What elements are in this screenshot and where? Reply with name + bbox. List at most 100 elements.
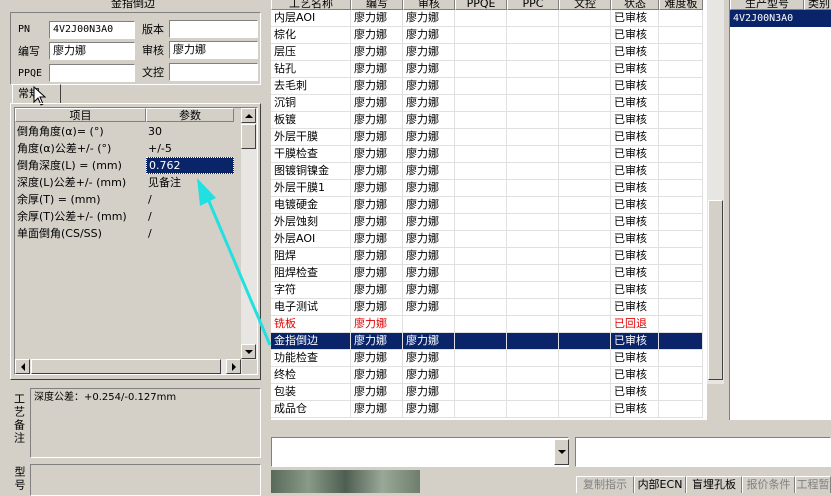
process-row[interactable]: 图镀铜镍金 廖力娜 廖力娜 已审核 xyxy=(271,163,703,180)
process-row[interactable]: 阻焊检查 廖力娜 廖力娜 已审核 xyxy=(271,265,703,282)
bottom-blank xyxy=(420,470,570,493)
process-header-name[interactable]: 工艺名称 xyxy=(271,0,351,10)
process-table[interactable]: 工艺名称 编写 审核 PPQE PPC 文控 状态 难度板 内层AOI 廖力娜 廖力娜 已审核 棕化廖… xyxy=(271,0,707,420)
process-row[interactable]: 成品仓 廖力娜 廖力娜 已审核 xyxy=(271,401,703,418)
process-row[interactable]: 功能检查 廖力娜 廖力娜 已审核 xyxy=(271,350,703,367)
hscroll-thumb[interactable] xyxy=(31,359,221,374)
process-row[interactable]: 终检 廖力娜 廖力娜 已审核 xyxy=(271,367,703,384)
param-value[interactable]: 见备注 xyxy=(146,174,234,191)
process-row[interactable]: 铣板 廖力娜 已回退 xyxy=(271,316,703,333)
bottom-tab[interactable]: 工程暂 xyxy=(795,476,831,493)
process-cell-ppc xyxy=(507,333,559,349)
process-row[interactable]: 干膜检查 廖力娜 廖力娜 已审核 xyxy=(271,146,703,163)
scroll-thumb[interactable] xyxy=(241,124,256,149)
process-cell-author: 廖力娜 xyxy=(351,265,403,281)
process-row[interactable]: 钻孔 廖力娜 廖力娜 已审核 xyxy=(271,61,703,78)
process-row[interactable]: 内层AOI 廖力娜 廖力娜 已审核 xyxy=(271,10,703,27)
param-item: 深度(L)公差+/- (mm) xyxy=(17,176,127,189)
process-header-doc[interactable]: 文控 xyxy=(559,0,611,10)
author-label: 编写 xyxy=(18,45,40,58)
process-cell-reviewer: 廖力娜 xyxy=(403,384,455,400)
model-table[interactable]: 生产型号 类别 4V2J00N3A0 xyxy=(729,0,831,434)
bottom-tab[interactable]: 内部ECN xyxy=(634,476,686,493)
model-note-box[interactable] xyxy=(30,464,261,496)
process-row[interactable]: 外层干膜1 廖力娜 廖力娜 已审核 xyxy=(271,180,703,197)
bottom-tab[interactable]: 盲埋孔板 xyxy=(686,476,742,493)
param-row[interactable]: 角度(α)公差+/- (°) +/-5 xyxy=(15,140,235,157)
doc-control-field[interactable] xyxy=(169,63,258,81)
param-value[interactable]: / xyxy=(146,225,234,242)
param-value[interactable]: 30 xyxy=(146,123,234,140)
param-value[interactable]: +/-5 xyxy=(146,140,234,157)
scroll-down-button[interactable] xyxy=(241,344,256,359)
process-cell-difficulty xyxy=(659,384,703,400)
process-cell-doc xyxy=(559,384,611,400)
process-scroll-thumb[interactable] xyxy=(708,200,723,380)
process-cell-doc xyxy=(559,44,611,60)
process-row[interactable]: 包装 廖力娜 廖力娜 已审核 xyxy=(271,384,703,401)
scroll-up-button[interactable] xyxy=(241,108,256,123)
pn-field[interactable]: 4V2J00N3A0 xyxy=(49,21,135,39)
param-vscrollbar[interactable] xyxy=(241,108,257,360)
process-cell-doc xyxy=(559,95,611,111)
param-row[interactable]: 余厚(T) = (mm) / xyxy=(15,191,235,208)
process-cell-status: 已审核 xyxy=(611,197,659,213)
combo-right[interactable] xyxy=(575,437,831,467)
process-header-author[interactable]: 编写 xyxy=(351,0,403,10)
param-value[interactable]: / xyxy=(146,191,234,208)
param-header-item[interactable]: 项目 xyxy=(15,108,146,122)
param-header-value[interactable]: 参数 xyxy=(146,108,234,122)
process-cell-ppc xyxy=(507,367,559,383)
param-row[interactable]: 倒角角度(α)= (°) 30 xyxy=(15,123,235,140)
process-header-ppqe[interactable]: PPQE xyxy=(455,0,507,10)
version-field[interactable] xyxy=(169,20,258,38)
param-value[interactable]: 0.762 xyxy=(146,157,234,174)
process-cell-status: 已审核 xyxy=(611,61,659,77)
process-vscrollbar[interactable] xyxy=(707,0,724,384)
scroll-right-button[interactable] xyxy=(226,359,241,374)
process-row[interactable]: 电镀硬金 廖力娜 廖力娜 已审核 xyxy=(271,197,703,214)
combo-left-dropdown-button[interactable] xyxy=(554,439,569,465)
process-cell-author: 廖力娜 xyxy=(351,367,403,383)
process-row[interactable]: 字符 廖力娜 廖力娜 已审核 xyxy=(271,282,703,299)
process-row[interactable]: 电子测试 廖力娜 廖力娜 已审核 xyxy=(271,299,703,316)
bottom-tab[interactable]: 复制指示 xyxy=(576,476,634,493)
process-row[interactable]: 沉铜 廖力娜 廖力娜 已审核 xyxy=(271,95,703,112)
ppqe-field[interactable] xyxy=(49,64,135,82)
process-cell-doc xyxy=(559,299,611,315)
process-row[interactable]: 外层蚀刻 廖力娜 廖力娜 已审核 xyxy=(271,214,703,231)
param-grid[interactable]: 项目 参数 倒角角度(α)= (°) 30 角度(α)公差+/- (°) +/-5 倒角… xyxy=(14,107,258,375)
process-row[interactable]: 去毛刺 廖力娜 廖力娜 已审核 xyxy=(271,78,703,95)
chevron-right-icon xyxy=(231,362,236,371)
process-header-reviewer[interactable]: 审核 xyxy=(403,0,455,10)
process-row[interactable]: 外层AOI 廖力娜 廖力娜 已审核 xyxy=(271,231,703,248)
model-header-type[interactable]: 类别 xyxy=(804,0,831,10)
process-header-difficulty[interactable]: 难度板 xyxy=(659,0,703,10)
param-value[interactable]: / xyxy=(146,208,234,225)
process-row[interactable]: 板镀 廖力娜 廖力娜 已审核 xyxy=(271,112,703,129)
process-cell-status: 已审核 xyxy=(611,384,659,400)
review-field[interactable]: 廖力娜 xyxy=(169,41,258,59)
author-field[interactable]: 廖力娜 xyxy=(49,42,135,60)
param-row[interactable]: 深度(L)公差+/- (mm) 见备注 xyxy=(15,174,235,191)
process-note-box[interactable]: 深度公差：+0.254/-0.127mm xyxy=(30,388,261,458)
model-header-model[interactable]: 生产型号 xyxy=(730,0,804,10)
param-row[interactable]: 倒角深度(L) = (mm) 0.762 xyxy=(15,157,235,174)
param-hscrollbar[interactable] xyxy=(15,359,242,374)
model-row[interactable]: 4V2J00N3A0 xyxy=(730,10,831,27)
process-row[interactable]: 金指倒边 廖力娜 廖力娜 已审核 xyxy=(271,333,703,350)
bottom-tab[interactable]: 报价条件 xyxy=(742,476,795,493)
process-row[interactable]: 层压 廖力娜 廖力娜 已审核 xyxy=(271,44,703,61)
scroll-left-button[interactable] xyxy=(15,359,30,374)
process-header-ppc[interactable]: PPC xyxy=(507,0,559,10)
param-row[interactable]: 余厚(T)公差+/- (mm) / xyxy=(15,208,235,225)
process-cell-status: 已审核 xyxy=(611,146,659,162)
param-row[interactable]: 单面倒角(CS/SS) / xyxy=(15,225,235,242)
process-row[interactable]: 棕化 廖力娜 廖力娜 已审核 xyxy=(271,27,703,44)
process-header-status[interactable]: 状态 xyxy=(611,0,659,10)
process-row[interactable]: 外层干膜 廖力娜 廖力娜 已审核 xyxy=(271,129,703,146)
process-row[interactable]: 阻焊 廖力娜 廖力娜 已审核 xyxy=(271,248,703,265)
process-cell-difficulty xyxy=(659,299,703,315)
combo-left[interactable] xyxy=(271,437,569,467)
process-cell-ppc xyxy=(507,95,559,111)
